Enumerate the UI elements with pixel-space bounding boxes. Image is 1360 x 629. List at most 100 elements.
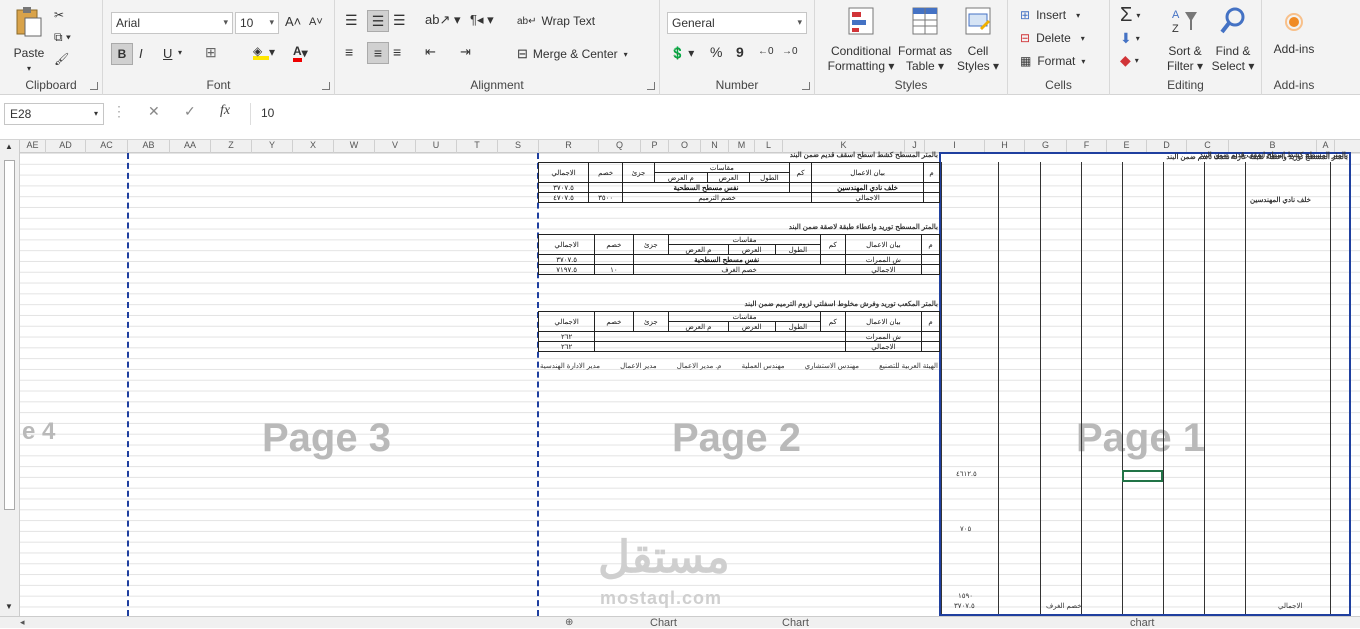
column-header[interactable]: AD <box>46 140 86 153</box>
paste-button[interactable]: Paste ▾ <box>8 6 50 76</box>
svg-text:A: A <box>1172 9 1180 21</box>
borders-icon[interactable]: ⊞ <box>205 44 217 61</box>
insert-icon: ⊞ <box>1020 8 1031 22</box>
underline-dropdown-icon[interactable]: ▾ <box>178 48 182 57</box>
format-painter-icon[interactable]: 🖌 <box>54 52 69 66</box>
page1-column-rule <box>1122 162 1123 614</box>
scroll-thumb[interactable] <box>4 160 15 510</box>
page1-title-2: بالمتر المسطح توريد واعطاء طبقة عازلة سم… <box>1166 154 1348 161</box>
page-break-line <box>127 153 129 616</box>
increase-decimal-icon[interactable]: ←0 <box>758 46 774 57</box>
page-break-line <box>537 153 539 616</box>
page1-value: ٤٦١٢.٥ <box>956 471 977 478</box>
decrease-indent-icon[interactable]: ⇤ <box>425 44 436 60</box>
page1-column-rule <box>941 162 942 614</box>
column-header[interactable]: AE <box>20 140 46 153</box>
addins-btn-label: Add-ins <box>1273 42 1315 56</box>
fx-icon[interactable]: fx <box>220 103 230 125</box>
cell-styles-button[interactable]: Cell Styles ▾ <box>953 6 1003 74</box>
grow-font-icon[interactable]: A˄ <box>285 14 301 29</box>
column-header[interactable]: S <box>498 140 539 153</box>
format-button[interactable]: ▦ Format ▾ <box>1020 54 1085 68</box>
font-color-icon[interactable]: A ▾ <box>293 44 308 62</box>
wrap-text-icon: ab↵ <box>517 15 537 27</box>
signature-label: مهندس العملية <box>741 363 785 370</box>
name-box[interactable]: E28 ▾ <box>4 103 104 125</box>
number-group: General ▾ 💲 ▾ % 9 ←0 →0 Number <box>660 0 815 95</box>
sheet-tab[interactable]: chart <box>1130 617 1154 629</box>
comma-button[interactable]: 9 <box>736 44 744 60</box>
currency-icon[interactable]: 💲 ▾ <box>670 46 694 60</box>
sort-filter-button[interactable]: AZ Sort & Filter ▾ <box>1162 6 1208 74</box>
column-header[interactable]: U <box>416 140 457 153</box>
sheet-tab[interactable]: Chart <box>782 617 809 629</box>
bold-button[interactable]: B <box>111 43 133 65</box>
clipboard-group: Paste ▾ ✂ ⧉ ▾ 🖌 Clipboard <box>0 0 103 95</box>
clear-icon[interactable]: ◆ ▾ <box>1120 52 1139 69</box>
font-size-select[interactable]: 10 ▾ <box>235 12 279 34</box>
number-format-select[interactable]: General ▾ <box>667 12 807 34</box>
column-header[interactable]: Z <box>211 140 252 153</box>
styles-label: Styles <box>894 78 928 92</box>
formula-input[interactable]: 10 <box>250 103 1355 125</box>
vertical-scrollbar[interactable]: ▲ ▼ <box>0 140 20 616</box>
conditional-formatting-button[interactable]: Conditional Formatting ▾ <box>825 6 897 74</box>
alignment-group: ☰ ☰ ☰ ab↗ ▾ ¶◂ ▾ ab↵ Wrap Text ≡ ≡ ≡ ⇤ ⇥ … <box>335 0 660 95</box>
rtl-icon[interactable]: ¶◂ ▾ <box>470 12 494 28</box>
column-header[interactable]: AB <box>128 140 170 153</box>
addins-button[interactable]: Add-ins <box>1268 10 1320 57</box>
column-header[interactable]: W <box>334 140 375 153</box>
underline-button[interactable]: U <box>163 46 172 61</box>
column-header[interactable]: AA <box>170 140 211 153</box>
delete-button[interactable]: ⊟ Delete ▾ <box>1020 31 1085 45</box>
orientation-icon[interactable]: ab↗ ▾ <box>425 12 461 28</box>
worksheet[interactable]: AE AD AC AB AA Z Y X W V U T S R Q P O N M L K J I H G F E D C B A ▲ ▼… <box>0 140 1360 616</box>
decrease-decimal-icon[interactable]: →0 <box>782 46 798 57</box>
tab-scroll-left-icon[interactable]: ◂ <box>20 617 25 628</box>
copy-icon[interactable]: ⧉ ▾ <box>54 30 71 45</box>
column-header[interactable]: V <box>375 140 416 153</box>
align-center-icon[interactable]: ≡ <box>367 42 389 64</box>
page2-title-3: بالمتر المكعب توريد وفرش مخلوط اسفلتي لز… <box>744 301 938 308</box>
percent-button[interactable]: % <box>710 44 722 60</box>
fill-icon[interactable]: ⬇ ▾ <box>1120 30 1140 47</box>
cancel-icon[interactable]: ✕ <box>148 103 160 125</box>
sheet-tab[interactable]: Chart <box>650 617 677 629</box>
svg-text:Z: Z <box>1172 23 1179 35</box>
italic-button[interactable]: I <box>139 46 143 61</box>
alignment-launcher[interactable] <box>647 82 655 90</box>
align-left-icon[interactable]: ≡ <box>345 44 353 60</box>
format-as-table-button[interactable]: Format as Table ▾ <box>897 6 953 74</box>
fill-color-icon[interactable]: ◈ ▾ <box>253 44 275 60</box>
column-header[interactable]: T <box>457 140 498 153</box>
insert-button[interactable]: ⊞ Insert ▾ <box>1020 8 1080 22</box>
column-header[interactable]: X <box>293 140 334 153</box>
page1-column-rule <box>1040 162 1041 614</box>
active-cell-e28[interactable] <box>1122 470 1163 482</box>
scroll-up-icon[interactable]: ▲ <box>5 142 13 151</box>
autosum-icon[interactable]: Σ ▾ <box>1120 4 1140 27</box>
font-launcher[interactable] <box>322 82 330 90</box>
column-header[interactable]: Y <box>252 140 293 153</box>
align-right-icon[interactable]: ≡ <box>393 44 401 60</box>
page1-total-value: ٣٧٠٧.٥ <box>954 603 975 610</box>
signature-label: مدير الاعمال <box>620 363 657 370</box>
merge-center-button[interactable]: ⊟ Merge & Center ▾ <box>517 46 628 62</box>
shrink-font-icon[interactable]: A˅ <box>309 16 323 28</box>
clipboard-launcher[interactable] <box>90 82 98 90</box>
add-sheet-icon[interactable]: ⊕ <box>565 617 573 628</box>
top-align-icon[interactable]: ☰ <box>345 12 358 29</box>
find-select-button[interactable]: Find & Select ▾ <box>1210 6 1256 74</box>
increase-indent-icon[interactable]: ⇥ <box>460 44 471 60</box>
middle-align-icon[interactable]: ☰ <box>367 10 389 32</box>
font-family-select[interactable]: Arial ▾ <box>111 12 233 34</box>
bottom-align-icon[interactable]: ☰ <box>393 12 406 29</box>
filter-label: Filter <box>1166 59 1194 73</box>
cut-icon[interactable]: ✂ <box>54 8 64 22</box>
scroll-down-icon[interactable]: ▼ <box>5 602 13 611</box>
wrap-text-label: Wrap Text <box>541 14 596 28</box>
column-header[interactable]: AC <box>86 140 128 153</box>
enter-icon[interactable]: ✓ <box>184 103 196 125</box>
wrap-text-button[interactable]: ab↵ Wrap Text <box>517 14 595 28</box>
number-launcher[interactable] <box>802 82 810 90</box>
